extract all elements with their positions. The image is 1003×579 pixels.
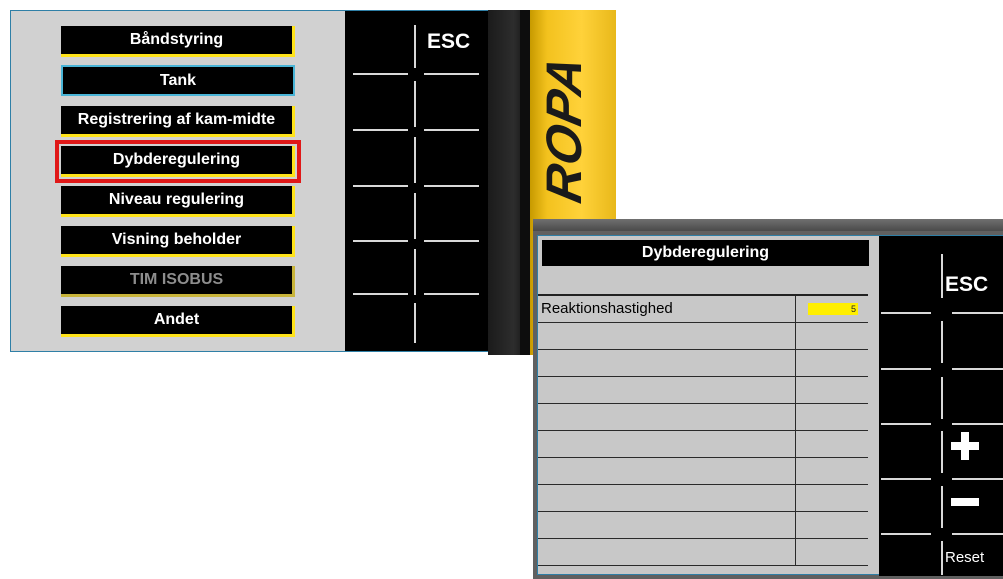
- cell-divider: [795, 431, 796, 457]
- softkey-divider: [941, 321, 943, 363]
- table-row: [538, 431, 868, 458]
- table-row: [538, 485, 868, 512]
- table-row: [538, 539, 868, 566]
- page-title: Dybderegulering: [542, 240, 869, 266]
- menu-item-registrering-kam-midte[interactable]: Registrering af kam-midte: [61, 106, 295, 137]
- softkey-divider: [881, 478, 931, 480]
- reset-button[interactable]: Reset: [945, 549, 984, 566]
- softkey-divider: [424, 73, 479, 75]
- softkey-divider: [952, 368, 1003, 370]
- softkey-divider: [414, 25, 416, 68]
- table-row: [538, 323, 868, 350]
- softkey-divider: [881, 312, 931, 314]
- table-row[interactable]: Reaktionshastighed 5: [538, 296, 868, 323]
- table-row: [538, 404, 868, 431]
- softkey-divider: [881, 368, 931, 370]
- softkey-divider: [424, 129, 479, 131]
- softkey-divider: [353, 129, 408, 131]
- cell-divider: [795, 512, 796, 538]
- cell-divider: [795, 377, 796, 403]
- softkey-divider: [941, 254, 943, 298]
- softkey-divider: [952, 423, 1003, 425]
- cell-divider: [795, 539, 796, 565]
- cell-divider: [795, 323, 796, 349]
- cell-divider: [795, 350, 796, 376]
- ropa-logo: ROPA: [536, 50, 592, 208]
- cell-divider: [795, 296, 796, 322]
- softkey-divider: [353, 73, 408, 75]
- table-row: [538, 377, 868, 404]
- cell-divider: [795, 404, 796, 430]
- device-bezel-top: [533, 219, 1003, 231]
- esc-button[interactable]: ESC: [427, 30, 470, 54]
- softkey-divider: [881, 423, 931, 425]
- softkey-divider: [952, 478, 1003, 480]
- main-menu-screen: Båndstyring Tank Registrering af kam-mid…: [10, 10, 488, 352]
- menu-item-baandstyring[interactable]: Båndstyring: [61, 26, 295, 57]
- softkey-divider: [414, 81, 416, 127]
- softkey-panel: ESC: [345, 11, 488, 351]
- softkey-divider: [941, 377, 943, 419]
- softkey-divider: [353, 293, 408, 295]
- softkey-divider: [414, 137, 416, 183]
- softkey-divider: [424, 240, 479, 242]
- detail-screen: Dybderegulering Reaktionshastighed 5 ESC: [533, 219, 1003, 579]
- softkey-divider: [424, 185, 479, 187]
- softkey-divider: [941, 486, 943, 528]
- reaktionshastighed-value[interactable]: 5: [808, 303, 858, 315]
- table-row: [538, 458, 868, 485]
- softkey-divider: [941, 541, 943, 575]
- softkey-divider: [424, 293, 479, 295]
- softkey-divider: [952, 533, 1003, 535]
- minus-icon[interactable]: [951, 498, 979, 506]
- softkey-divider: [414, 303, 416, 343]
- menu-item-niveau-regulering[interactable]: Niveau regulering: [61, 186, 295, 217]
- softkey-panel: ESC Reset: [879, 236, 1003, 576]
- plus-icon[interactable]: [951, 432, 979, 460]
- menu-item-visning-beholder[interactable]: Visning beholder: [61, 226, 295, 257]
- selection-highlight: [55, 140, 301, 183]
- softkey-divider: [414, 249, 416, 295]
- table-row: [538, 350, 868, 377]
- softkey-divider: [941, 431, 943, 473]
- cell-divider: [795, 485, 796, 511]
- table-row: [538, 512, 868, 539]
- menu-item-tank[interactable]: Tank: [61, 65, 295, 96]
- cell-divider: [795, 458, 796, 484]
- softkey-divider: [353, 240, 408, 242]
- softkey-divider: [881, 533, 931, 535]
- softkey-divider: [353, 185, 408, 187]
- detail-frame: Dybderegulering Reaktionshastighed 5 ESC: [537, 235, 1003, 576]
- softkey-divider: [952, 312, 1003, 314]
- esc-button[interactable]: ESC: [945, 273, 988, 297]
- row-label-reaktionshastighed: Reaktionshastighed: [541, 300, 673, 317]
- menu-item-tim-isobus: TIM ISOBUS: [61, 266, 295, 297]
- menu-item-andet[interactable]: Andet: [61, 306, 295, 337]
- softkey-divider: [414, 193, 416, 239]
